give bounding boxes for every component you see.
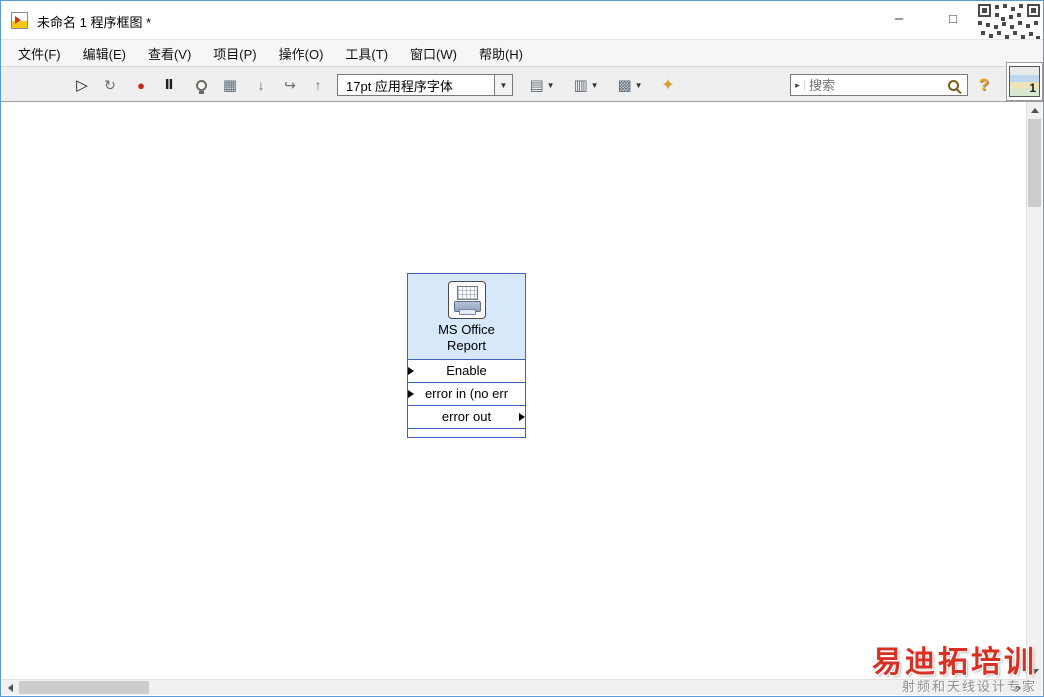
window-title: 未命名 1 程序框图 * <box>37 15 152 30</box>
terminal-row-error-in[interactable]: error in (no err <box>408 382 525 405</box>
search-input[interactable] <box>805 77 948 93</box>
menu-project[interactable]: 项目(P) <box>202 40 267 67</box>
chevron-down-icon: ▼ <box>590 80 599 90</box>
vertical-scrollbar-thumb[interactable] <box>1028 119 1041 207</box>
search-box[interactable]: ▸ <box>790 74 968 96</box>
menu-file[interactable]: 文件(F) <box>7 40 72 67</box>
abort-button[interactable]: ● <box>128 72 154 98</box>
express-vi-header[interactable]: MS Office Report <box>408 274 525 359</box>
chevron-down-icon: ▼ <box>634 80 643 90</box>
highlight-execution-button[interactable] <box>188 72 214 98</box>
distribute-objects-button[interactable]: ▥ ▼ <box>567 72 605 98</box>
retain-wire-values-icon: ▦ <box>222 77 238 94</box>
menu-edit[interactable]: 编辑(E) <box>72 40 137 67</box>
step-out-icon: ↑ <box>314 77 322 93</box>
menu-operate[interactable]: 操作(O) <box>268 40 335 67</box>
run-icon: ▷ <box>76 77 88 94</box>
input-terminal-icon <box>408 390 414 398</box>
menubar: 文件(F) 编辑(E) 查看(V) 项目(P) 操作(O) 工具(T) 窗口(W… <box>1 39 1043 66</box>
report-printer-icon <box>447 281 486 319</box>
step-over-icon: ↪ <box>284 76 296 93</box>
search-scope-dropdown[interactable]: ▸ <box>791 79 805 91</box>
search-icon[interactable] <box>948 79 959 91</box>
menu-view[interactable]: 查看(V) <box>137 40 202 67</box>
run-continuously-button[interactable]: ↻ <box>97 72 123 98</box>
terminal-label: error in (no err <box>424 386 509 401</box>
abort-icon: ● <box>137 77 145 93</box>
terminal-row-enable[interactable]: Enable <box>408 359 525 382</box>
triangle-down-icon <box>1031 668 1039 674</box>
font-selector-label: 17pt 应用程序字体 <box>346 78 453 94</box>
reorder-button[interactable]: ▩ ▼ <box>611 72 649 98</box>
cleanup-diagram-icon: ✦ <box>661 77 675 94</box>
vi-icon-pane[interactable]: 1 <box>1006 62 1043 101</box>
express-vi-footer <box>408 428 525 437</box>
vertical-scrollbar[interactable] <box>1026 102 1042 679</box>
font-selector-caret[interactable]: ▼ <box>494 75 512 95</box>
scroll-up-button[interactable] <box>1027 102 1043 118</box>
menu-window[interactable]: 窗口(W) <box>399 40 468 67</box>
terminal-row-error-out[interactable]: error out <box>408 405 525 428</box>
scroll-down-button[interactable] <box>1027 663 1043 679</box>
horizontal-scrollbar[interactable] <box>2 679 1026 695</box>
toolbar: ▷ ↻ ● Ⅱ ▦ ↓ ↪ ↑ 17pt 应用程序字体 ▼ ▤ ▼ ▥ ▼ ▩ … <box>1 66 1043 102</box>
printer-paper <box>456 286 478 300</box>
terminal-label: error out <box>441 409 492 424</box>
titlebar: 未命名 1 程序框图 * – □ × <box>1 1 1043 49</box>
terminal-label: Enable <box>446 363 487 378</box>
step-into-icon: ↓ <box>257 77 265 93</box>
express-vi-title-line1: MS Office <box>438 322 495 337</box>
scroll-left-button[interactable] <box>2 680 18 696</box>
horizontal-scrollbar-thumb[interactable] <box>19 681 149 694</box>
chevron-down-icon: ▼ <box>546 80 555 90</box>
cleanup-diagram-button[interactable]: ✦ <box>655 72 681 98</box>
menu-help[interactable]: 帮助(H) <box>468 40 534 67</box>
step-into-button[interactable]: ↓ <box>248 72 274 98</box>
help-button[interactable]: ? <box>972 72 996 98</box>
lightbulb-icon <box>195 79 207 94</box>
triangle-left-icon <box>7 684 13 692</box>
run-button[interactable]: ▷ <box>69 72 95 98</box>
run-continuously-icon: ↻ <box>104 76 116 93</box>
step-out-button[interactable]: ↑ <box>305 72 331 98</box>
block-diagram-canvas[interactable]: MS Office Report Enable error in (no err… <box>2 102 1026 679</box>
triangle-up-icon <box>1031 107 1039 113</box>
vi-icon: 1 <box>1009 66 1040 97</box>
step-over-button[interactable]: ↪ <box>277 72 303 98</box>
distribute-objects-icon: ▥ <box>573 77 588 94</box>
labview-app-icon <box>11 12 28 29</box>
pause-button[interactable]: Ⅱ <box>156 72 182 98</box>
labview-window: 未命名 1 程序框图 * – □ × <box>0 0 1044 697</box>
align-objects-icon: ▤ <box>529 77 544 94</box>
maximize-button[interactable]: □ <box>939 7 967 31</box>
align-objects-button[interactable]: ▤ ▼ <box>523 72 561 98</box>
pause-icon: Ⅱ <box>164 77 174 92</box>
chevron-down-icon: ▼ <box>499 80 508 90</box>
minimize-button[interactable]: – <box>885 7 913 31</box>
menu-tools[interactable]: 工具(T) <box>334 40 399 67</box>
reorder-icon: ▩ <box>617 77 632 94</box>
express-vi-ms-office-report[interactable]: MS Office Report Enable error in (no err… <box>407 273 526 438</box>
printer-tray <box>458 309 476 315</box>
output-terminal-icon <box>519 413 525 421</box>
retain-wire-values-button[interactable]: ▦ <box>217 72 243 98</box>
font-selector[interactable]: 17pt 应用程序字体 ▼ <box>337 74 513 96</box>
input-terminal-icon <box>408 367 414 375</box>
triangle-right-icon <box>1015 684 1021 692</box>
scroll-right-button[interactable] <box>1010 680 1026 696</box>
scrollbar-corner <box>1026 679 1042 695</box>
express-vi-title-line2: Report <box>446 338 487 353</box>
